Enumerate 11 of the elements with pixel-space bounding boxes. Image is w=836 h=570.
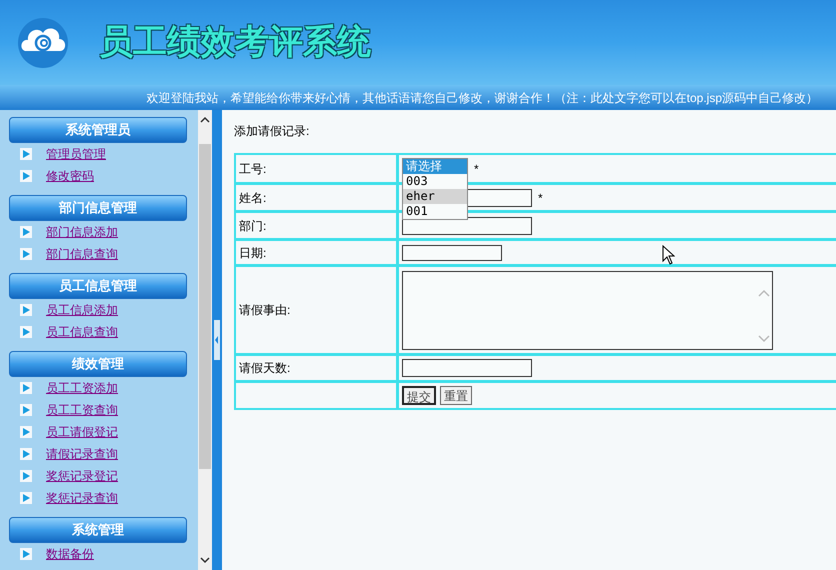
field-label: 工号: — [239, 160, 266, 178]
app-title: 员工绩效考评系统 — [99, 22, 371, 63]
form-heading: 添加请假记录: — [234, 123, 310, 140]
welcome-marquee: 欢迎登陆我站，希望能给你带来好心情，其他话语请您自己修改，谢谢合作！（注：此处文字您可以在top.jsp源码中自己修改） — [146, 90, 818, 106]
required-mark: * — [474, 160, 479, 178]
required-mark: * — [538, 190, 543, 206]
field-label: 请假事由: — [239, 302, 290, 319]
field-label: 请假天数: — [239, 360, 290, 377]
field-label: 姓名: — [239, 190, 266, 206]
field-label: 部门: — [239, 218, 266, 234]
field-label: 日期: — [239, 244, 266, 262]
